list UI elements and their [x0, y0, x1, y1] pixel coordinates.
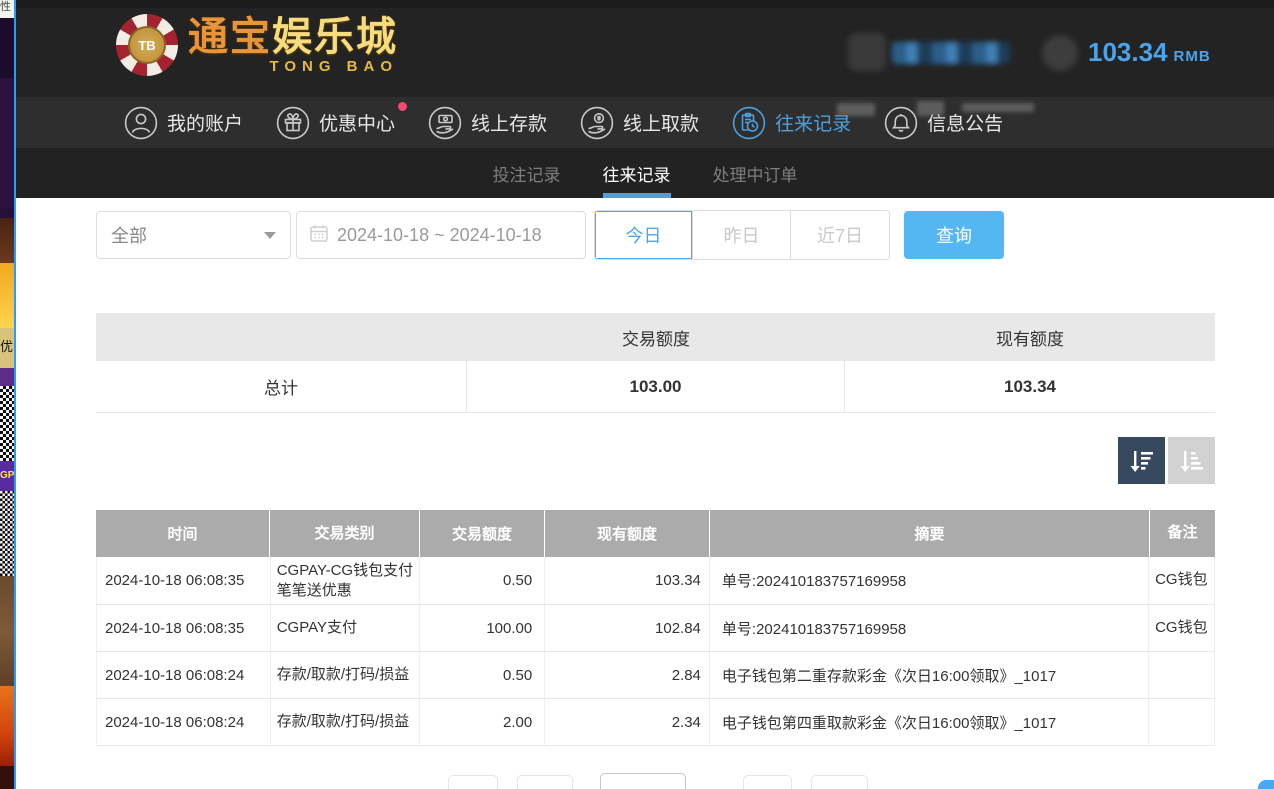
- quick-yesterday-button[interactable]: 昨日: [693, 211, 791, 259]
- background-text-fragment: 性: [0, 0, 14, 18]
- sort-descending-button[interactable]: [1118, 437, 1165, 484]
- pagination-first-button[interactable]: [448, 775, 498, 789]
- records-icon: [732, 106, 766, 140]
- username-redacted: [892, 42, 1010, 64]
- nav-item-online-deposit[interactable]: 线上存款: [428, 106, 547, 140]
- records-table: 时间 交易类别 交易额度 现有额度 摘要 备注 2024-10-18 06:08…: [96, 510, 1215, 746]
- poker-chip-logo-icon: TB: [116, 14, 178, 76]
- summary-table: 交易额度 现有额度 总计 103.00 103.34: [96, 313, 1215, 413]
- tab-pending-orders[interactable]: 处理中订单: [713, 148, 798, 198]
- sort-controls: [96, 437, 1215, 484]
- tab-transaction-records[interactable]: 往来记录: [603, 148, 671, 198]
- pagination-last-button[interactable]: [811, 775, 868, 789]
- logo-subtitle: TONG BAO: [269, 59, 398, 74]
- page-content: 全部 2024-10-18 ~ 2024-10-18 今日 昨日: [16, 198, 1274, 789]
- sort-ascending-button[interactable]: [1168, 437, 1215, 484]
- balance-amount: 103.34: [1088, 37, 1168, 67]
- nav-item-promotions[interactable]: 优惠中心: [276, 106, 395, 140]
- qr-code-fragment: [0, 386, 14, 461]
- pagination-prev-button[interactable]: [517, 775, 573, 789]
- date-range-input[interactable]: 2024-10-18 ~ 2024-10-18: [296, 211, 586, 259]
- nav-item-my-account[interactable]: 我的账户: [124, 106, 243, 140]
- type-select[interactable]: 全部: [96, 211, 291, 259]
- pagination-page-input[interactable]: [600, 773, 686, 789]
- records-header-row: 时间 交易类别 交易额度 现有额度 摘要 备注: [96, 510, 1215, 557]
- table-row: 2024-10-18 06:08:24 存款/取款/打码/损益 2.00 2.3…: [96, 699, 1215, 746]
- notification-dot: [398, 102, 407, 111]
- redaction-blur: [837, 103, 875, 116]
- nav-item-transaction-records[interactable]: 往来记录: [732, 106, 851, 140]
- chevron-down-icon: [264, 232, 276, 239]
- col-balance: 现有额度: [545, 510, 710, 557]
- col-summary: 摘要: [710, 510, 1150, 557]
- background-window-strip: 性 优 GP: [0, 0, 14, 789]
- calendar-icon: [309, 223, 329, 248]
- table-row: 2024-10-18 06:08:35 CGPAY支付 100.00 102.8…: [96, 605, 1215, 652]
- pagination-next-button[interactable]: [743, 775, 792, 789]
- scroll-corner-indicator: [1258, 780, 1274, 789]
- background-gold-label: 优: [0, 328, 14, 368]
- qr-code-fragment: [0, 491, 14, 576]
- logo-title: 通宝娱乐城: [188, 17, 398, 57]
- user-icon: [124, 106, 158, 140]
- nav-item-online-withdraw[interactable]: 线上取款: [580, 106, 699, 140]
- summary-total-transaction: 103.00: [467, 361, 845, 412]
- user-avatar-redacted[interactable]: [848, 33, 886, 71]
- withdraw-icon: [580, 106, 614, 140]
- site-header: TB 通宝娱乐城 TONG BAO 103.34 RMB: [16, 0, 1274, 97]
- col-amount: 交易额度: [420, 510, 545, 557]
- summary-col-transaction: 交易额度: [467, 325, 845, 350]
- window-edge-divider: [14, 0, 16, 789]
- coin-icon-redacted: [1042, 35, 1078, 71]
- summary-col-balance: 现有额度: [845, 325, 1215, 350]
- quick-last7days-button[interactable]: 近7日: [791, 211, 889, 259]
- redaction-blur: [962, 103, 1034, 112]
- summary-total-row: 总计 103.00 103.34: [96, 361, 1215, 413]
- summary-total-label: 总计: [96, 361, 467, 412]
- quick-range-group: 今日 昨日 近7日: [594, 210, 890, 260]
- col-time: 时间: [96, 510, 270, 557]
- table-row: 2024-10-18 06:08:35 CGPAY-CG钱包支付笔笔送优惠 0.…: [96, 557, 1215, 605]
- gift-icon: [276, 106, 310, 140]
- site-logo[interactable]: TB 通宝娱乐城 TONG BAO: [116, 14, 398, 76]
- search-button[interactable]: 查询: [904, 211, 1004, 259]
- col-note: 备注: [1150, 510, 1215, 557]
- filter-bar: 全部 2024-10-18 ~ 2024-10-18 今日 昨日: [96, 211, 1004, 259]
- background-purple-label: GP: [0, 461, 14, 491]
- summary-total-balance: 103.34: [845, 361, 1215, 412]
- account-balance: 103.34 RMB: [1088, 37, 1211, 68]
- main-window: TB 通宝娱乐城 TONG BAO 103.34RMB 我的账: [16, 0, 1274, 789]
- quick-today-button[interactable]: 今日: [595, 211, 693, 259]
- primary-nav: 我的账户 优惠中心: [16, 97, 1274, 148]
- col-type: 交易类别: [270, 510, 420, 557]
- table-row: 2024-10-18 06:08:24 存款/取款/打码/损益 0.50 2.8…: [96, 652, 1215, 699]
- redaction-blur: [917, 101, 944, 116]
- balance-currency: RMB: [1174, 48, 1211, 65]
- summary-header-row: 交易额度 现有额度: [96, 313, 1215, 361]
- bell-icon: [884, 106, 918, 140]
- tab-bet-records[interactable]: 投注记录: [493, 148, 561, 198]
- deposit-icon: [428, 106, 462, 140]
- secondary-nav: 投注记录 往来记录 处理中订单: [16, 148, 1274, 198]
